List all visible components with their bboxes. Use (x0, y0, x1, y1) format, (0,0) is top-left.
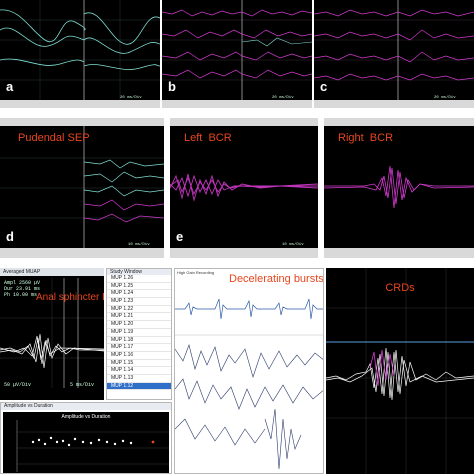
panel-b: 20 ms/Div b (162, 0, 312, 108)
muap-scale-left: 50 µV/Div (4, 382, 32, 388)
study-list-item[interactable]: MUP 1.24 (107, 290, 171, 299)
crds-title: CRDs (385, 282, 415, 294)
scale-c: 20 ms/Div (434, 95, 456, 100)
panel-label-a: a (6, 79, 14, 94)
panel-label-b: b (168, 79, 176, 94)
muap-window: Averaged MUAP Ampl 2560 µV Dur 23.91 ms … (0, 268, 104, 400)
muap-scale-right: 5 ms/Div (70, 382, 95, 388)
panel-title-d: Pudendal SEP (18, 132, 90, 144)
study-list-item[interactable]: MUP 1.18 (107, 337, 171, 345)
waveform-a: 20 ms/Div (0, 0, 160, 108)
bursts-panel: High Gain Recording Decelerating bursts (174, 268, 324, 474)
study-list-item[interactable]: MUP 1.22 (107, 306, 171, 314)
scale-e: 10 ms/Div (282, 242, 304, 247)
scale-b: 20 ms/Div (272, 95, 294, 100)
scale-d: 10 ms/Div (128, 242, 150, 247)
study-list-item-selected[interactable]: MUP 1.12 (107, 382, 171, 391)
panel-title-e: Left BCR (184, 132, 232, 144)
amp-scatter (16, 420, 169, 472)
study-list-item[interactable]: MUP 1.23 (107, 298, 171, 306)
amp-window-title: Amplitude vs Duration (1, 403, 171, 410)
muap-title: Anal sphincter EMG (36, 292, 104, 303)
panel-title-f: Right BCR (338, 132, 394, 144)
panel-d: 10 ms/Div Pudendal SEP d (0, 118, 164, 258)
amp-window: Amplitude vs Duration Amplitude vs Durat… (0, 402, 172, 474)
study-list-item[interactable]: MUP 1.17 (107, 344, 171, 352)
study-window: Study Window MUP 1.26 MUP 1.25 MUP 1.24 … (106, 268, 172, 400)
bursts-waveform (175, 298, 323, 470)
study-list-item[interactable]: MUP 1.25 (107, 283, 171, 291)
study-list-item[interactable]: MUP 1.20 (107, 321, 171, 329)
scale-a: 20 ms/Div (120, 95, 142, 100)
waveform-c: 20 ms/Div (314, 0, 474, 108)
panel-label-e: e (176, 229, 184, 244)
study-list-item[interactable]: MUP 1.14 (107, 367, 171, 375)
study-list-item[interactable]: MUP 1.26 (107, 275, 171, 283)
muap-stat-3: Ph 10.00 ms (4, 292, 38, 298)
study-list: MUP 1.26 MUP 1.25 MUP 1.24 MUP 1.23 MUP … (107, 275, 171, 391)
study-list-item[interactable]: MUP 1.21 (107, 313, 171, 322)
study-list-item[interactable]: MUP 1.19 (107, 329, 171, 337)
crds-panel: CRDs (326, 268, 474, 474)
amp-plot: Amplitude vs Duration (3, 412, 169, 473)
study-list-item[interactable]: MUP 1.16 (107, 352, 171, 360)
panel-a: 20 ms/Div a (0, 0, 160, 108)
panel-c: 20 ms/Div c (314, 0, 474, 108)
panel-e: 10 ms/Div Left BCR e (170, 118, 318, 258)
study-list-item[interactable]: MUP 1.13 (107, 375, 171, 383)
study-list-item[interactable]: MUP 1.15 (107, 360, 171, 368)
panel-label-c: c (320, 79, 328, 94)
waveform-b: 20 ms/Div (162, 0, 312, 108)
crds-waveform (326, 268, 474, 474)
panel-label-d: d (6, 229, 14, 244)
panel-f: Right BCR (324, 118, 474, 258)
